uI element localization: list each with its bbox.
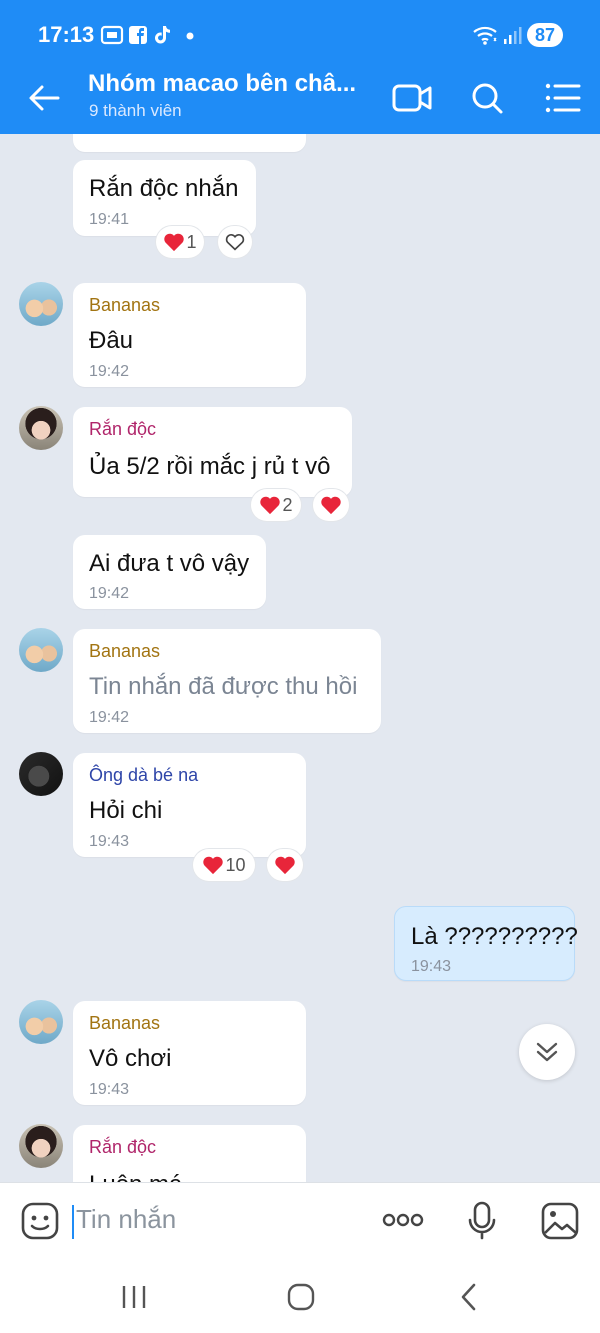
message-time: 19:42 (89, 585, 130, 602)
reaction-summary[interactable]: 1 (156, 226, 204, 258)
message-text: Ủa 5/2 rồi mắc j rủ t vô (89, 453, 331, 480)
message-bubble[interactable]: Bananas Đâu 19:42 (73, 283, 306, 387)
recalled-message-text: Tin nhắn đã được thu hồi (89, 673, 358, 700)
text-cursor (72, 1205, 74, 1239)
home-icon[interactable] (286, 1282, 316, 1312)
message-time: 19:43 (89, 1081, 130, 1098)
tiktok-icon (155, 26, 170, 44)
message-time: 19:42 (89, 709, 130, 726)
heart-icon (275, 856, 295, 875)
recent-apps-icon[interactable] (120, 1283, 148, 1311)
message-time: 19:43 (411, 958, 452, 975)
chat-screen: 17:13 87 Nhóm macao bên châ... 9 thành v… (0, 0, 600, 1333)
message-list[interactable]: Rắn độc nhắn 19:41 1 Bananas Đâu 19:42 R… (0, 134, 600, 1182)
avatar-bananas[interactable] (19, 628, 63, 672)
signal-icon (504, 27, 522, 44)
message-time: 19:42 (89, 363, 130, 380)
reaction-count: 10 (225, 854, 246, 875)
avatar-ong-da-be-na[interactable] (19, 752, 63, 796)
message-bubble[interactable]: Ông dà bé na Hỏi chi 19:43 (73, 753, 306, 857)
sender-name: Ông dà bé na (89, 765, 199, 785)
message-input[interactable]: Tin nhắn (76, 1204, 176, 1235)
message-bubble[interactable]: Rắn độc nhắn 19:41 (73, 160, 256, 236)
heart-icon (203, 856, 224, 875)
heart-icon (321, 496, 341, 515)
message-text: Rắn độc nhắn (89, 175, 239, 202)
sender-name: Bananas (89, 641, 161, 661)
my-message-bubble[interactable]: Là ?????????? 19:43 (394, 906, 578, 981)
group-title[interactable]: Nhóm macao bên châ... (88, 70, 378, 98)
message-bubble[interactable]: Ai đưa t vô vậy 19:42 (73, 535, 266, 609)
back-nav-icon[interactable] (457, 1282, 481, 1312)
video-call-icon[interactable] (390, 78, 434, 118)
message-time: 19:41 (89, 211, 130, 228)
double-chevron-down-icon (536, 1042, 558, 1062)
message-bubble[interactable]: Rắn độc Ủa 5/2 rồi mắc j rủ t vô (73, 407, 352, 497)
heart-outline-icon (225, 234, 245, 251)
message-text: Là ?????????? (411, 923, 578, 950)
sender-name: Rắn độc (89, 419, 157, 439)
back-arrow-icon[interactable] (26, 80, 62, 116)
heart-icon (260, 496, 281, 515)
notification-dot-icon (186, 32, 194, 40)
member-count[interactable]: 9 thành viên (89, 101, 182, 121)
microphone-icon[interactable] (467, 1200, 497, 1240)
message-text: Ai đưa t vô vậy (89, 550, 250, 577)
message-bubble[interactable] (73, 134, 306, 152)
reaction-count: 2 (282, 494, 293, 515)
more-options-icon[interactable] (380, 1208, 426, 1232)
avatar-ran-doc[interactable] (19, 406, 63, 450)
status-time: 17:13 (38, 22, 95, 47)
message-bubble[interactable]: Bananas Tin nhắn đã được thu hồi 19:42 (73, 629, 381, 733)
add-reaction-button[interactable] (218, 226, 252, 258)
facebook-icon (129, 26, 147, 44)
avatar-ran-doc[interactable] (19, 1124, 63, 1168)
sender-name: Bananas (89, 295, 161, 315)
message-bubble[interactable]: Bananas Vô chơi 19:43 (73, 1001, 306, 1105)
battery-indicator: 87 (527, 23, 563, 47)
reaction-summary[interactable]: 2 (251, 489, 301, 521)
wifi-icon (473, 26, 497, 45)
sender-name: Bananas (89, 1013, 161, 1033)
message-text: Đâu (89, 327, 134, 354)
message-text: Vô chơi (89, 1045, 172, 1072)
message-time: 19:43 (89, 833, 130, 850)
system-nav-bar (0, 1260, 600, 1333)
message-text: Hỏi chi (89, 797, 163, 824)
scroll-to-bottom-button[interactable] (519, 1024, 575, 1080)
message-text: Luôn má (89, 1171, 182, 1182)
heart-icon (164, 233, 185, 252)
app-header: 17:13 87 Nhóm macao bên châ... 9 thành v… (0, 0, 600, 134)
avatar-bananas[interactable] (19, 282, 63, 326)
search-icon[interactable] (465, 78, 509, 118)
menu-list-icon[interactable] (540, 78, 584, 118)
reaction-summary[interactable]: 10 (193, 849, 255, 881)
sticker-emoji-icon[interactable] (20, 1201, 60, 1241)
sender-name: Rắn độc (89, 1137, 157, 1157)
message-bubble[interactable]: Rắn độc Luôn má (73, 1125, 306, 1182)
avatar-bananas[interactable] (19, 1000, 63, 1044)
image-gallery-icon[interactable] (540, 1201, 580, 1241)
reaction-count: 1 (186, 231, 197, 252)
screenshot-icon (100, 25, 124, 45)
heart-reaction-button[interactable] (267, 849, 303, 881)
status-bar: 17:13 87 (0, 0, 600, 66)
heart-reaction-button[interactable] (313, 489, 349, 521)
